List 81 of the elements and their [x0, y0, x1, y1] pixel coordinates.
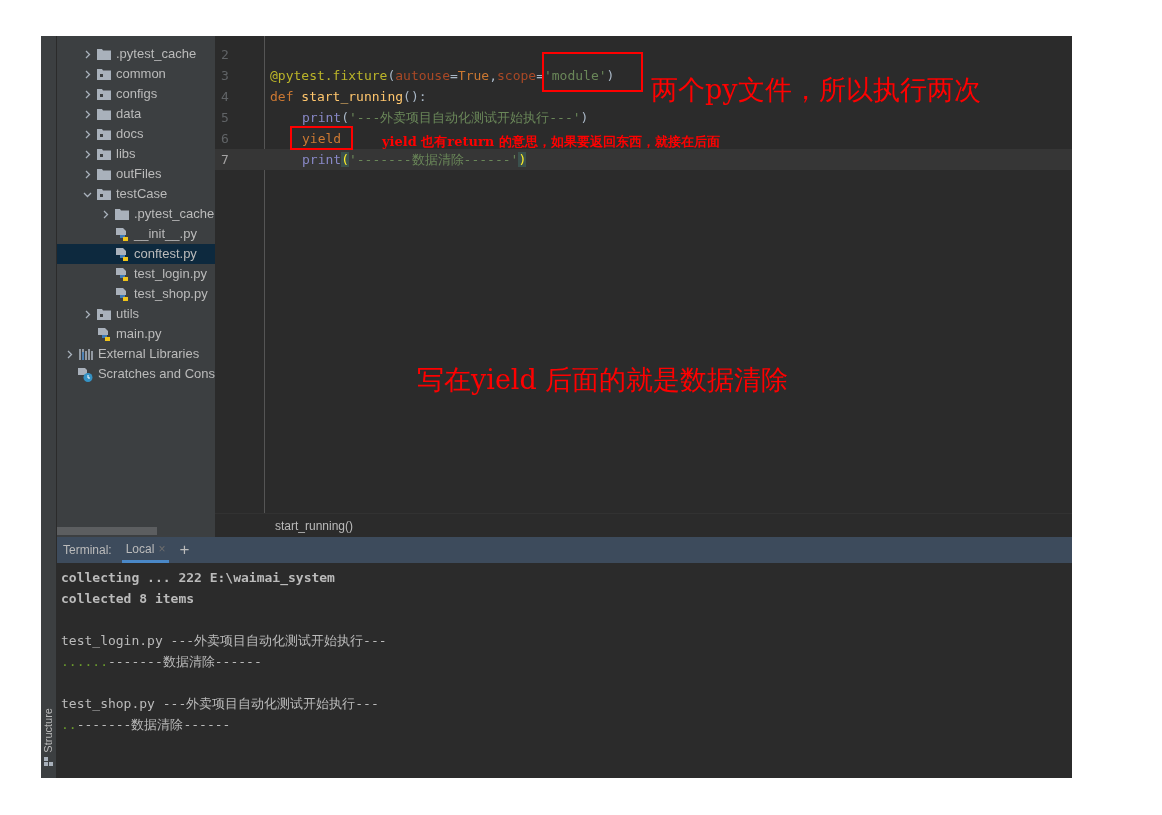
breadcrumb[interactable]: start_running() [275, 516, 354, 535]
line-number: 4 [221, 87, 229, 106]
package-folder-icon [97, 188, 111, 200]
tree-item[interactable]: __init__.py [57, 224, 215, 244]
tree-item[interactable]: common [57, 64, 215, 84]
package-folder-icon [97, 148, 111, 160]
tree-item-label: outFiles [116, 165, 162, 184]
tree-item-label: Scratches and Cons [97, 365, 215, 384]
package-folder-icon [97, 308, 111, 320]
tree-item[interactable]: .pytest_cache [57, 204, 215, 224]
python-file-icon [115, 266, 129, 282]
line-number: 3 [221, 66, 229, 85]
tree-item-label: .pytest_cache [134, 205, 215, 224]
annotation-text: 写在yield 后面的就是数据清除 [417, 363, 789, 397]
package-folder-icon [97, 88, 111, 100]
tree-item[interactable]: .pytest_cache [57, 44, 215, 64]
tree-item-label: configs [116, 85, 158, 104]
tree-item-label: .pytest_cache [116, 45, 197, 64]
terminal-line: ......-------数据清除------ [61, 652, 262, 671]
tree-item-label: External Libraries [98, 345, 200, 364]
chevron-right-icon[interactable] [101, 209, 110, 219]
scrollbar[interactable] [57, 527, 157, 535]
tree-item-label: data [116, 105, 142, 124]
code-line: def start_running(): [270, 89, 427, 104]
python-file-icon [97, 326, 111, 342]
tree-item-label: __init__.py [134, 225, 197, 244]
line-number: 5 [221, 108, 229, 127]
highlight-frame [290, 126, 353, 150]
folder-icon [97, 48, 111, 60]
line-number: 6 [221, 129, 229, 148]
folder-icon [97, 168, 111, 180]
terminal-line: collected 8 items [61, 589, 195, 608]
terminal-line: ..-------数据清除------ [61, 715, 231, 734]
code-line: yield [302, 131, 342, 146]
tree-item[interactable]: test_shop.py [57, 284, 215, 304]
tree-item-label: docs [116, 125, 144, 144]
terminal-line: test_login.py ---外卖项目自动化测试开始执行--- [61, 631, 387, 650]
tree-item[interactable]: testCase [57, 184, 215, 204]
tree-item[interactable]: configs [57, 84, 215, 104]
tree-item[interactable]: utils [57, 304, 215, 324]
tree-item-label: test_login.py [134, 265, 207, 284]
python-file-icon [115, 246, 129, 262]
tree-item[interactable]: test_login.py [57, 264, 215, 284]
add-tab-button[interactable]: + [179, 537, 190, 563]
folder-icon [115, 208, 129, 220]
tree-item[interactable]: docs [57, 124, 215, 144]
code-line: print('-------数据清除------') [302, 152, 527, 167]
line-number: 2 [221, 45, 229, 64]
structure-tab[interactable]: Structure [40, 708, 57, 753]
annotation-text: yield 也有return 的意思，如果要返回东西，就接在后面 [382, 133, 720, 151]
tree-item[interactable]: Scratches and Cons [57, 364, 215, 384]
tree-item-label: main.py [116, 325, 162, 344]
terminal-line: collecting ... 222 E:\waimai_system [61, 568, 335, 588]
tree-item[interactable]: data [57, 104, 215, 124]
package-folder-icon [97, 128, 111, 140]
tree-item[interactable]: External Libraries [57, 344, 215, 364]
terminal-label: Terminal: [63, 542, 112, 559]
scratch-file-icon [76, 366, 93, 382]
tree-item[interactable]: main.py [57, 324, 215, 344]
folder-icon [97, 108, 111, 120]
structure-icon [44, 757, 53, 766]
code-line: print('---外卖项目自动化测试开始执行---') [302, 110, 589, 125]
line-number: 7 [221, 150, 229, 169]
terminal-line: test_shop.py ---外卖项目自动化测试开始执行--- [61, 694, 379, 713]
tree-item-label: libs [116, 145, 136, 164]
annotation-text: 两个py文件，所以执行两次 [651, 73, 981, 107]
python-file-icon [115, 286, 129, 302]
tree-item-label: utils [116, 305, 140, 324]
tree-item[interactable]: conftest.py [57, 244, 215, 264]
tree-item[interactable]: libs [57, 144, 215, 164]
tree-item-label: common [116, 65, 166, 84]
package-folder-icon [97, 68, 111, 80]
tree-item-label: test_shop.py [134, 285, 208, 304]
chevron-right-icon[interactable] [65, 349, 74, 359]
tree-item[interactable]: outFiles [57, 164, 215, 184]
tab-label: Local [125, 540, 155, 558]
chevron-right-icon[interactable] [83, 309, 92, 319]
library-icon [79, 348, 93, 360]
python-file-icon [115, 226, 129, 242]
tree-item-label: conftest.py [134, 245, 197, 264]
tree-item-label: testCase [116, 185, 168, 204]
